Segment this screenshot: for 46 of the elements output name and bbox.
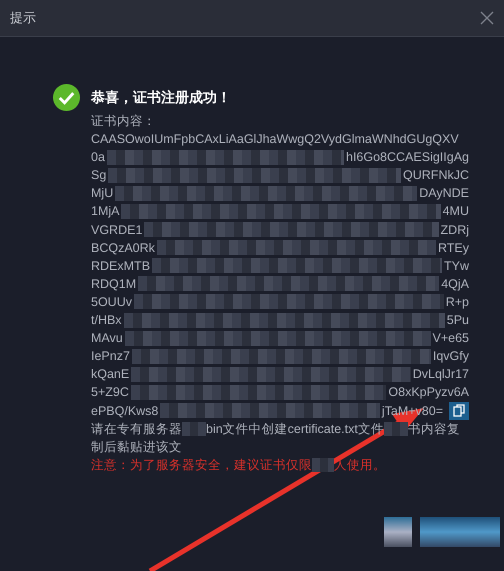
checkmark-icon <box>52 83 81 112</box>
pixelated-block <box>384 422 408 436</box>
certificate-text: 1MjA <box>91 203 120 220</box>
certificate-text: 4MU <box>442 203 469 220</box>
certificate-text: DvLqlJr17 <box>412 366 469 384</box>
pixelated-block <box>384 517 412 547</box>
certificate-text: MjU <box>91 185 114 202</box>
certificate-text: 0a <box>91 149 105 166</box>
certificate-text: kQanE <box>91 366 130 384</box>
certificate-text: R+p <box>446 294 469 311</box>
certificate-label: 证书内容： <box>91 113 157 130</box>
window-title: 提示 <box>10 10 36 27</box>
certificate-text: BCQzA0Rk <box>91 240 155 257</box>
certificate-text: hI6Go8CCAESigIIgAg <box>346 149 469 166</box>
certificate-text: CAASOwoIUmFpbCAxLiAaGlJhaWwgQ2VydGlmaWNhdGUgQXV <box>91 131 459 148</box>
certificate-text: t/HBx <box>91 312 122 330</box>
certificate-text: RDQ1M <box>91 276 136 293</box>
warning-text: 注意：为了服务器安全，建议证书仅限 <box>91 458 312 472</box>
certificate-text: ePBQ/Kws8 <box>91 402 158 420</box>
certificate-text: RTEy <box>438 240 469 257</box>
instruction-text: bin文件中创建certificate.txt文件 <box>206 420 384 438</box>
certificate-text: IqvGfy <box>432 348 469 366</box>
certificate-text: ZDRj <box>440 222 469 239</box>
warning-text: 人使用。 <box>334 458 386 472</box>
close-icon[interactable] <box>480 11 494 25</box>
pixelated-block <box>312 458 334 472</box>
success-message: 恭喜，证书注册成功！ <box>91 88 231 106</box>
certificate-text: 5+Z9C <box>91 384 129 402</box>
pixelated-block <box>182 422 206 436</box>
certificate-text: 5Pu <box>446 312 469 330</box>
certificate-text: TYw <box>444 258 469 275</box>
certificate-text: DAyNDE <box>419 185 469 202</box>
certificate-text: MAvu <box>91 330 123 348</box>
certificate-text: V+e65 <box>432 330 469 348</box>
copy-button[interactable] <box>449 402 469 420</box>
certificate-text: 4QjA <box>441 276 469 293</box>
certificate-text: O8xKpPyzv6A <box>388 384 469 402</box>
instruction-text: 请在专有服务器 <box>91 420 182 438</box>
certificate-text: IePnz7 <box>91 348 130 366</box>
instruction-text: 书内容复 <box>408 420 460 438</box>
certificate-text: Sg <box>91 167 106 184</box>
certificate-text: 5OUUv <box>91 294 132 311</box>
certificate-text: RDExMTB <box>91 258 150 275</box>
certificate-text: QURFNkJC <box>403 167 469 184</box>
instruction-text: 制后黏贴进该文 <box>91 438 182 456</box>
certificate-text: VGRDE1 <box>91 222 142 239</box>
